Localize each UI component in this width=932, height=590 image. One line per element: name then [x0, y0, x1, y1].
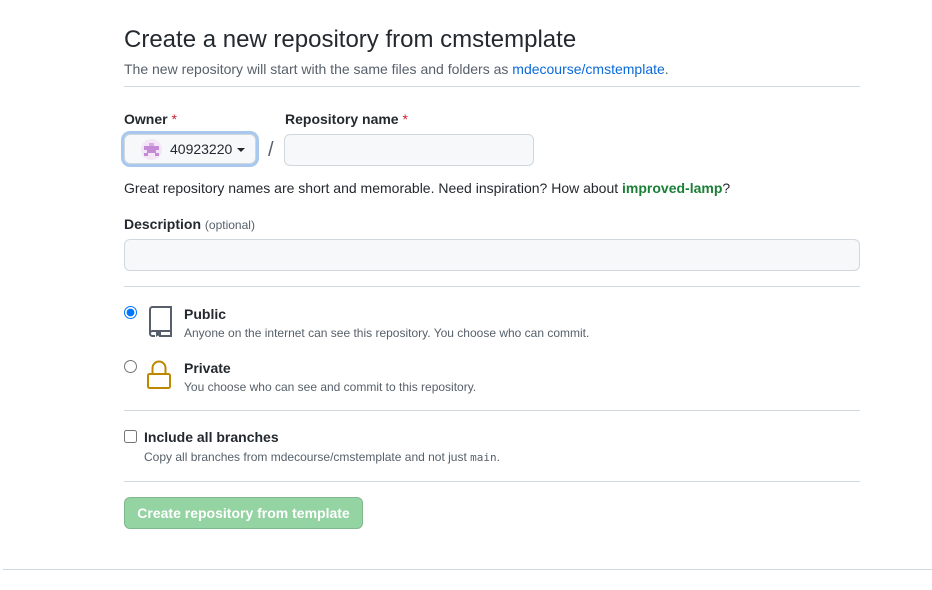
- page-title: Create a new repository from cmstemplate: [124, 26, 577, 53]
- divider: [124, 410, 860, 411]
- footer-divider: [3, 569, 932, 570]
- divider: [124, 86, 860, 87]
- lock-icon: [146, 359, 172, 395]
- avatar: [141, 138, 162, 160]
- private-description: You choose who can see and commit to thi…: [184, 380, 477, 394]
- divider: [124, 286, 860, 287]
- private-radio[interactable]: [124, 360, 137, 373]
- repo-name-input[interactable]: [284, 134, 534, 166]
- owner-label-text: Owner: [124, 111, 168, 127]
- identicon-icon: [144, 142, 159, 156]
- subtitle-suffix: .: [664, 61, 669, 77]
- description-input[interactable]: [124, 239, 860, 271]
- name-suggestion[interactable]: improved-lamp: [622, 180, 722, 196]
- branches-desc-suffix: .: [496, 450, 500, 464]
- page-subtitle: The new repository will start with the s…: [124, 61, 669, 77]
- caret-down-icon: [237, 148, 246, 152]
- private-label: Private: [184, 360, 231, 376]
- repo-icon: [146, 306, 174, 342]
- required-mark: *: [402, 111, 408, 127]
- description-label: Description (optional): [124, 216, 255, 232]
- hint-prefix: Great repository names are short and mem…: [124, 180, 623, 196]
- name-hint: Great repository names are short and mem…: [124, 180, 730, 196]
- template-repo-link[interactable]: mdecourse/cmstemplate: [512, 61, 665, 77]
- include-branches-checkbox[interactable]: [124, 430, 137, 443]
- include-branches-description: Copy all branches from mdecourse/cmstemp…: [144, 450, 500, 464]
- owner-repo-separator: /: [268, 139, 274, 161]
- repo-name-label-text: Repository name: [285, 111, 399, 127]
- divider: [124, 481, 860, 482]
- owner-select-button[interactable]: 40923220: [124, 134, 256, 164]
- repo-name-label: Repository name *: [285, 111, 408, 127]
- public-description: Anyone on the internet can see this repo…: [184, 326, 590, 340]
- branches-desc-prefix: Copy all branches from mdecourse/cmstemp…: [144, 450, 471, 464]
- owner-label: Owner *: [124, 111, 177, 127]
- create-repository-button[interactable]: Create repository from template: [124, 497, 363, 529]
- optional-tag: (optional): [204, 218, 255, 232]
- public-radio[interactable]: [124, 306, 137, 319]
- include-branches-label[interactable]: Include all branches: [144, 429, 279, 445]
- owner-value: 40923220: [170, 141, 233, 157]
- required-mark: *: [171, 111, 177, 127]
- description-label-text: Description: [124, 216, 202, 232]
- subtitle-prefix: The new repository will start with the s…: [124, 61, 513, 77]
- hint-suffix: ?: [722, 180, 731, 196]
- branch-name-code: main: [470, 451, 497, 464]
- public-label: Public: [184, 306, 227, 322]
